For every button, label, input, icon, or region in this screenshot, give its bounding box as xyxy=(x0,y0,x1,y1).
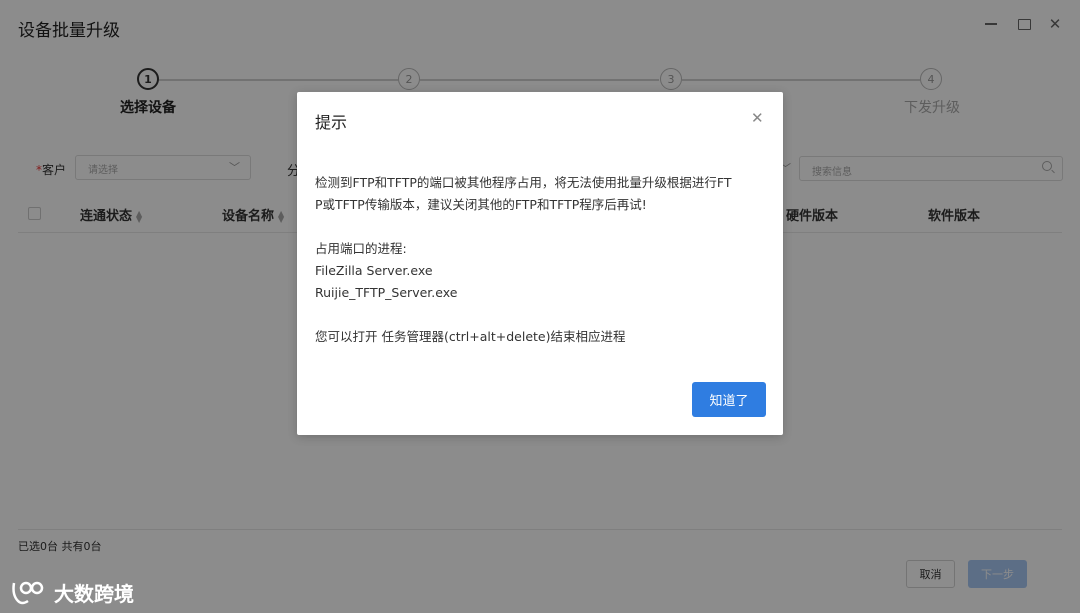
hint-text: 您可以打开 任务管理器(ctrl+alt+delete)结束相应进程 xyxy=(315,329,626,344)
message-line: 检测到FTP和TFTP的端口被其他程序占用，将无法使用批量升级根据进行FT xyxy=(315,175,732,190)
process-item: FileZilla Server.exe xyxy=(315,263,433,278)
ok-button[interactable]: 知道了 xyxy=(692,382,766,417)
watermark: 大数跨境 xyxy=(10,578,134,607)
process-heading: 占用端口的进程: xyxy=(315,241,407,256)
process-item: Ruijie_TFTP_Server.exe xyxy=(315,285,458,300)
warning-dialog: 提示 ✕ 检测到FTP和TFTP的端口被其他程序占用，将无法使用批量升级根据进行… xyxy=(297,92,783,435)
dialog-message: 检测到FTP和TFTP的端口被其他程序占用，将无法使用批量升级根据进行FT P或… xyxy=(315,172,767,348)
message-line: P或TFTP传输版本，建议关闭其他的FTP和TFTP程序后再试! xyxy=(315,197,647,212)
dialog-title: 提示 xyxy=(315,113,348,132)
close-icon[interactable]: ✕ xyxy=(751,109,764,127)
watermark-logo-icon xyxy=(12,581,44,604)
